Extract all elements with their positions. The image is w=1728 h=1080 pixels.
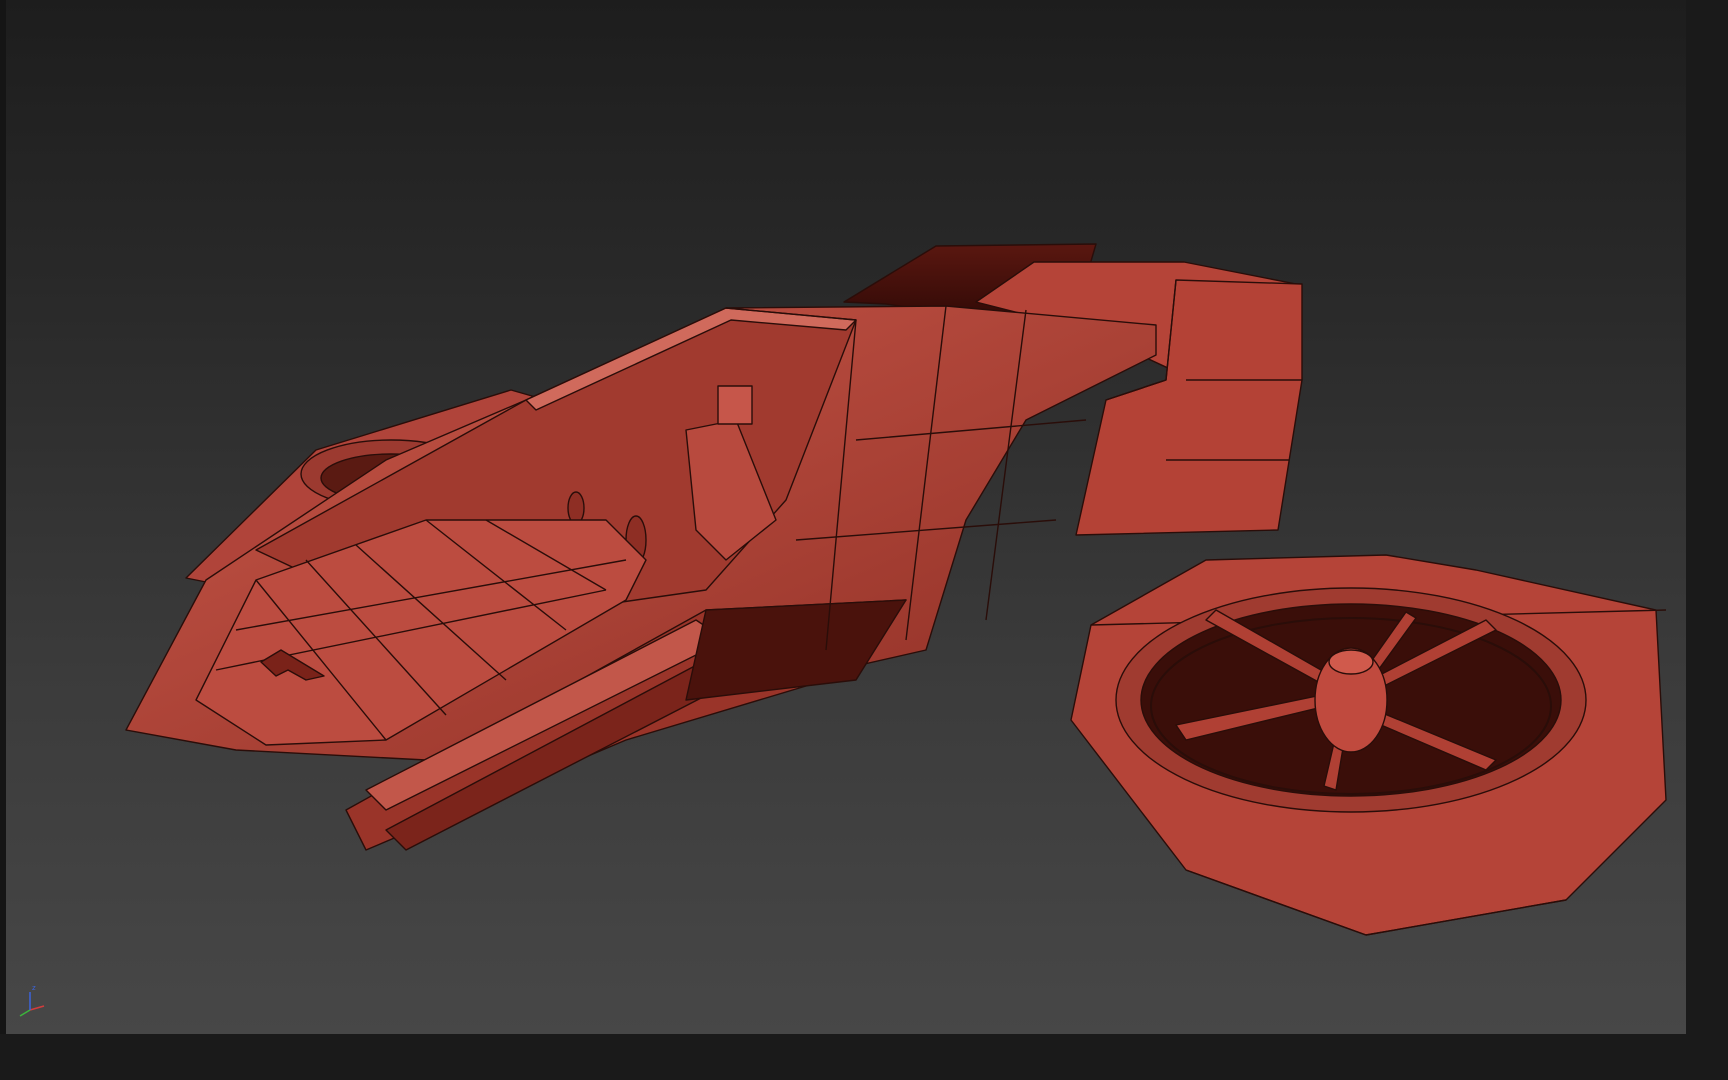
vehicle-model — [125, 243, 1667, 936]
wireframe-model — [125, 243, 1667, 936]
side-grille — [685, 599, 907, 701]
viewport-frame-right — [1686, 0, 1728, 1034]
bottom-bar — [0, 1034, 1728, 1080]
3d-viewport[interactable]: z — [6, 0, 1686, 1034]
xyz-axis-icon: z — [19, 984, 45, 1017]
z-axis-label: z — [32, 984, 36, 992]
seat-headrest — [717, 385, 753, 425]
